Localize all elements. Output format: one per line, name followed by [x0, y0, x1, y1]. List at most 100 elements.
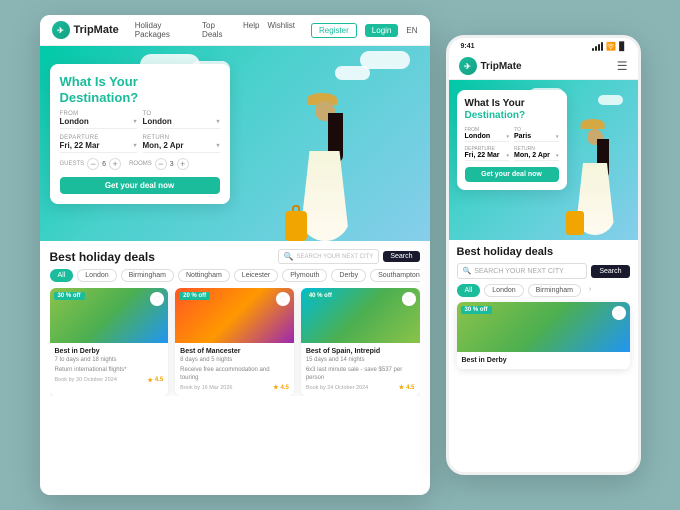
- guests-increment[interactable]: +: [109, 158, 121, 170]
- date-row: DEPARTURE Fri, 22 Mar ▾ RETURN Mon, 2 Ap…: [60, 135, 220, 153]
- deal-footer-manchester: Book by 16 Mar 2026 ★ 4.5: [180, 384, 289, 391]
- mobile-filter-all[interactable]: All: [457, 284, 481, 297]
- deals-search-button[interactable]: Search: [383, 251, 419, 262]
- filter-southampton[interactable]: Southampton: [370, 269, 419, 282]
- deal-info-manchester: Best of Mancester 8 days and 5 nights Re…: [175, 343, 294, 396]
- filter-leicester[interactable]: Leicester: [234, 269, 278, 282]
- mobile-deals-section: Best holiday deals 🔍 SEARCH YOUR NEXT CI…: [449, 240, 638, 472]
- deals-title: Best holiday deals: [50, 250, 155, 264]
- mobile-deal-heart[interactable]: ♡: [612, 306, 626, 320]
- mobile-from-to: FROM London▾ TO Paris▾: [465, 127, 559, 142]
- rooms-decrement[interactable]: −: [155, 158, 167, 170]
- nav-wishlist[interactable]: Wishlist: [267, 21, 295, 39]
- deal-book-derby: Book by 30 October 2024: [55, 377, 117, 383]
- filter-plymouth[interactable]: Plymouth: [282, 269, 327, 282]
- status-right: 🛜 ▊: [592, 42, 625, 51]
- star-icon: ★: [273, 384, 278, 391]
- deals-header: Best holiday deals 🔍 SEARCH YOUR NEXT CI…: [50, 249, 420, 264]
- get-deal-button[interactable]: Get your deal now: [60, 177, 220, 194]
- search-icon: 🔍: [284, 252, 294, 261]
- filter-birmingham[interactable]: Birmingham: [121, 269, 174, 282]
- from-to-row: FROM London ▾ TO London ▾: [60, 111, 220, 129]
- wifi-icon: 🛜: [606, 42, 616, 51]
- deal-desc2-derby: Return international flights*: [55, 367, 164, 375]
- deal-image-derby: 30 % off ♡: [50, 288, 169, 343]
- mobile-search-row: 🔍 SEARCH YOUR NEXT CITY Search: [457, 263, 630, 279]
- guests-control: GUESTS − 6 +: [60, 158, 122, 170]
- deal-name-derby: Best in Derby: [55, 348, 164, 355]
- mobile-filter-tags: All London Birmingham ›: [457, 284, 630, 297]
- deal-heart-manchester[interactable]: ♡: [276, 292, 290, 306]
- language-selector[interactable]: EN: [406, 26, 417, 35]
- mobile-from-field: FROM London▾: [465, 127, 510, 142]
- departure-field: DEPARTURE Fri, 22 Mar ▾: [60, 135, 137, 153]
- signal-icon: [592, 42, 603, 51]
- login-button[interactable]: Login: [365, 24, 399, 37]
- register-button[interactable]: Register: [311, 23, 357, 38]
- deal-name-spain: Best of Spain, Intrepid: [306, 348, 415, 355]
- filter-london[interactable]: London: [77, 269, 116, 282]
- mobile-hat: [581, 119, 605, 129]
- filter-derby[interactable]: Derby: [331, 269, 366, 282]
- nav-help[interactable]: Help: [243, 21, 259, 39]
- desktop-search-card: What Is Your Destination? FROM London ▾ …: [50, 64, 230, 204]
- woman-illustration: [290, 101, 360, 241]
- deal-card-spain[interactable]: 40 % off ♡ Best of Spain, Intrepid 15 da…: [301, 288, 420, 396]
- nav-holiday[interactable]: Holiday Packages: [135, 21, 194, 39]
- mobile-hero-figure: [568, 125, 633, 240]
- logo-icon: ✈: [52, 21, 70, 39]
- mobile-deal-badge: 30 % off: [461, 306, 492, 314]
- deal-badge-manchester: 20 % off: [179, 292, 210, 300]
- mobile-search-button[interactable]: Search: [591, 265, 629, 278]
- deal-desc2-spain: 6x3 last minute sale - save $537 per per…: [306, 367, 415, 383]
- mobile-cta-button[interactable]: Get your deal now: [465, 167, 559, 182]
- deal-info-derby: Best in Derby 7 to days and 18 nights Re…: [50, 343, 169, 389]
- deal-desc1-derby: 7 to days and 18 nights: [55, 357, 164, 365]
- deal-name-manchester: Best of Mancester: [180, 348, 289, 355]
- deal-footer-derby: Book by 30 October 2024 ★ 4.5: [55, 377, 164, 384]
- mobile-deal-info: Best in Derby: [457, 352, 630, 369]
- deal-heart-spain[interactable]: ♡: [402, 292, 416, 306]
- mobile-filter-birmingham[interactable]: Birmingham: [528, 284, 581, 297]
- guests-decrement[interactable]: −: [87, 158, 99, 170]
- mobile-deal-card[interactable]: 30 % off ♡ Best in Derby: [457, 302, 630, 369]
- mobile-dates: DEPARTURE Fri, 22 Mar▾ RETURN Mon, 2 Apr…: [465, 146, 559, 161]
- mobile-search-card: What Is Your Destination? FROM London▾ T…: [457, 90, 567, 190]
- deal-desc1-manchester: 8 days and 5 nights: [180, 357, 289, 365]
- mobile-to-field: TO Paris▾: [514, 127, 559, 142]
- mobile-filter-london[interactable]: London: [484, 284, 523, 297]
- mobile-search-input[interactable]: 🔍 SEARCH YOUR NEXT CITY: [457, 263, 588, 279]
- deal-card-manchester[interactable]: 20 % off ♡ Best of Mancester 8 days and …: [175, 288, 294, 396]
- mobile-deal-image: 30 % off ♡: [457, 302, 630, 352]
- hero-title: What Is Your Destination?: [60, 74, 220, 105]
- mobile-time: 9:41: [461, 43, 475, 50]
- deal-card-derby[interactable]: 30 % off ♡ Best in Derby 7 to days and 1…: [50, 288, 169, 396]
- mobile-filter-more: ›: [585, 284, 595, 297]
- rooms-increment[interactable]: +: [177, 158, 189, 170]
- mobile-departure-field: DEPARTURE Fri, 22 Mar▾: [465, 146, 510, 161]
- hamburger-icon[interactable]: ☰: [617, 59, 628, 73]
- filter-tags: All London Birmingham Nottingham Leicest…: [50, 269, 420, 282]
- nav-deals[interactable]: Top Deals: [202, 21, 235, 39]
- mobile-logo-icon: ✈: [459, 57, 477, 75]
- desktop-logo: ✈ TripMate: [52, 21, 119, 39]
- deal-badge-spain: 40 % off: [305, 292, 336, 300]
- mobile-deal-name: Best in Derby: [462, 357, 625, 364]
- logo-text: TripMate: [74, 24, 119, 36]
- filter-nottingham[interactable]: Nottingham: [178, 269, 230, 282]
- hero-figure: [280, 91, 370, 241]
- filter-all[interactable]: All: [50, 269, 74, 282]
- mobile-search-icon: 🔍: [463, 267, 472, 275]
- from-field: FROM London ▾: [60, 111, 137, 129]
- desktop-hero: What Is Your Destination? FROM London ▾ …: [40, 46, 430, 241]
- star-icon: ★: [147, 377, 152, 384]
- deal-cards: 30 % off ♡ Best in Derby 7 to days and 1…: [50, 288, 420, 396]
- deal-book-spain: Book by 24 October 2024: [306, 385, 368, 391]
- deal-rating-manchester: ★ 4.5: [273, 384, 289, 391]
- mobile-woman-illustration: [568, 125, 623, 235]
- mobile-hero: What Is Your Destination? FROM London▾ T…: [449, 80, 638, 240]
- deals-search-input[interactable]: 🔍 SEARCH YOUR NEXT CITY: [278, 249, 380, 264]
- deal-heart-derby[interactable]: ♡: [150, 292, 164, 306]
- mobile-status-bar: 9:41 🛜 ▊: [449, 38, 638, 53]
- guests-row: GUESTS − 6 + ROOMS − 3 +: [60, 158, 220, 170]
